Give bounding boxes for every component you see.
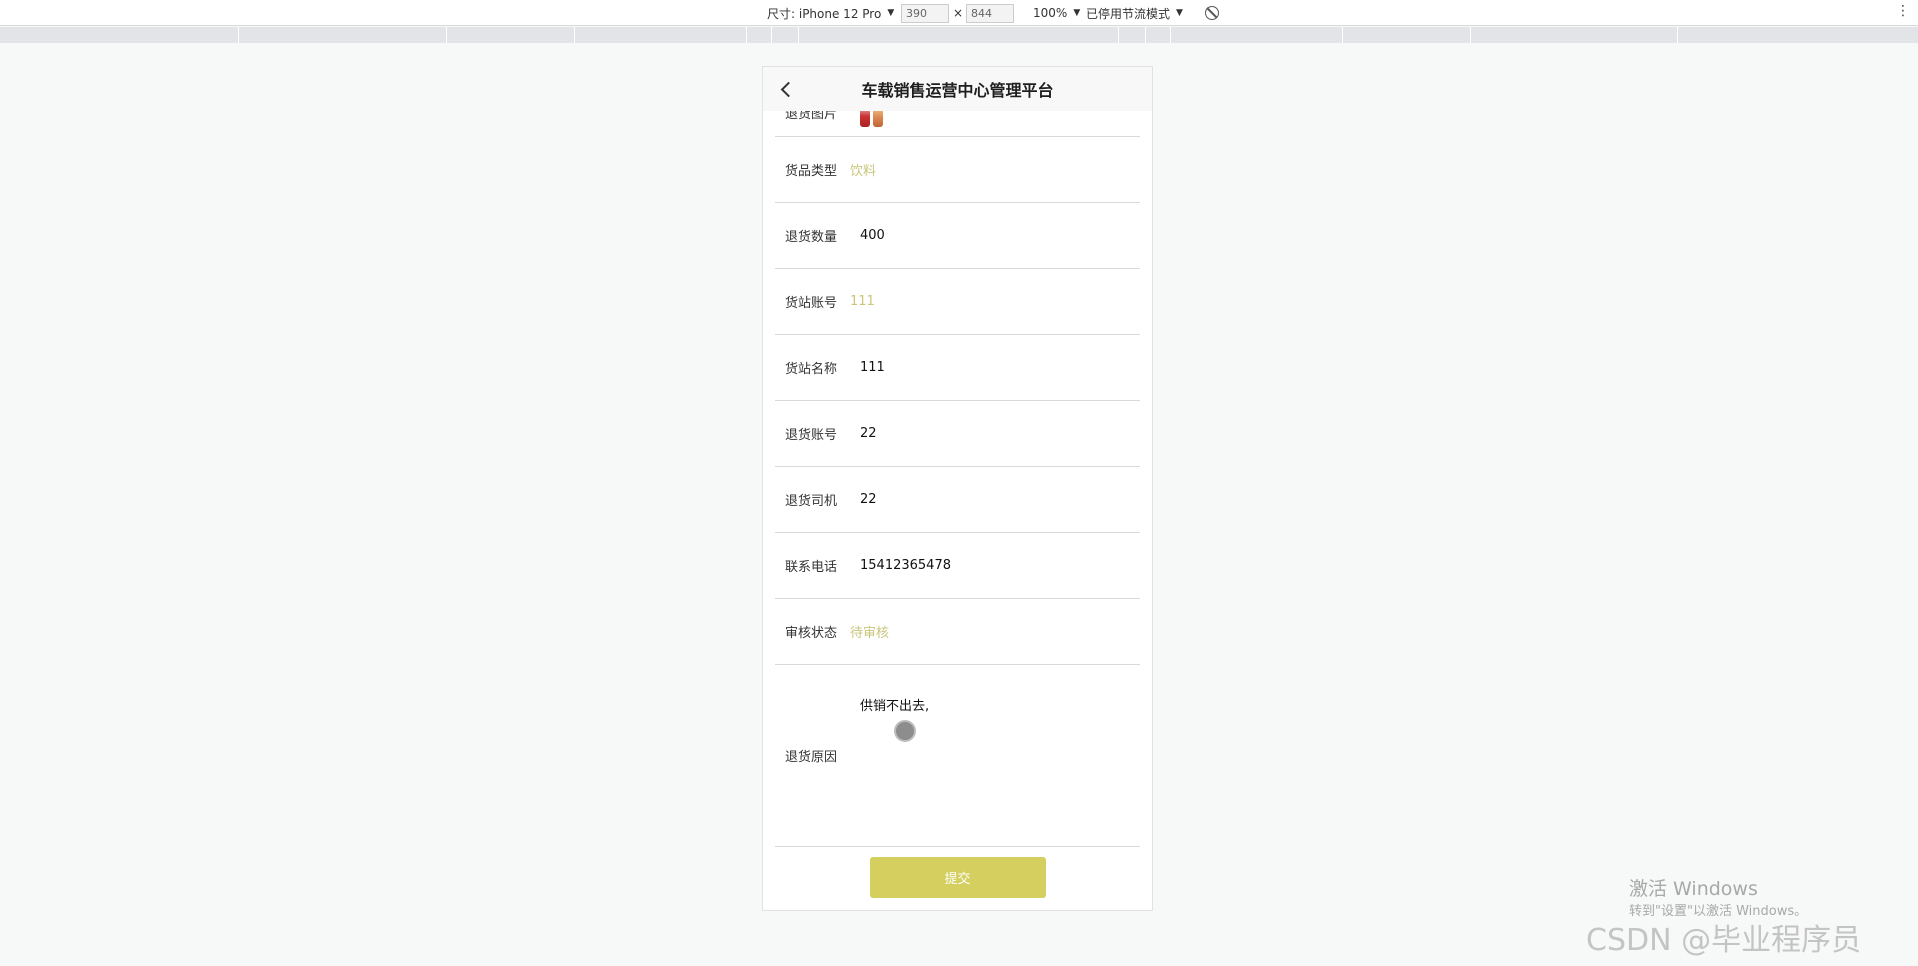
media-query-ruler[interactable] [0,27,1918,43]
more-options-icon[interactable]: ⋮ [1896,3,1910,19]
chevron-down-icon: ▼ [887,8,895,18]
reason-textarea[interactable]: 供销不出去, [860,695,929,714]
form-row-phone[interactable]: 联系电话 15412365478 [775,533,1140,599]
review-status-picker[interactable]: 待审核 [850,622,889,641]
field-label: 货站账号 [785,296,838,311]
field-label: 退货数量 [785,230,838,245]
station-name-input[interactable]: 111 [850,360,885,375]
field-label: 联系电话 [785,560,838,575]
app-header: 车载销售运营中心管理平台 [763,67,1152,111]
page-title: 车载销售运营中心管理平台 [861,81,1054,100]
width-input[interactable]: 390 [901,3,949,23]
form-row-return-account[interactable]: 退货账号 22 [775,401,1140,467]
station-account-picker[interactable]: 111 [850,294,875,309]
throttle-label: 已停用节流模式 [1086,6,1171,21]
phone-input[interactable]: 15412365478 [850,558,951,573]
drink-can-image [873,111,883,127]
throttle-select[interactable]: 已停用节流模式 ▼ [1086,3,1183,23]
form-row-goods-type[interactable]: 货品类型 饮料 [775,137,1140,203]
field-label: 货站名称 [785,362,838,377]
field-label: 退货司机 [785,494,838,509]
device-label: 尺寸: iPhone 12 Pro [767,6,882,21]
return-form: 退货图片 货品类型 饮料 退货数量 400 货站账号 111 货站名称 111 … [775,111,1140,847]
field-label: 退货原因 [785,750,838,765]
no-throttle-icon [1205,6,1219,20]
touch-cursor-indicator [894,720,916,742]
goods-type-picker[interactable]: 饮料 [850,160,876,179]
form-row-review-status[interactable]: 审核状态 待审核 [775,599,1140,665]
phone-viewport: 车载销售运营中心管理平台 退货图片 货品类型 饮料 退货数量 400 货站账号 … [762,66,1153,911]
rotate-button[interactable] [1205,3,1219,23]
form-row-quantity[interactable]: 退货数量 400 [775,203,1140,269]
form-row-station-name[interactable]: 货站名称 111 [775,335,1140,401]
windows-activation-title: 激活 Windows [1629,878,1758,900]
device-select[interactable]: 尺寸: iPhone 12 Pro ▼ [767,3,894,23]
form-row-image: 退货图片 [775,111,1140,137]
field-label: 退货账号 [785,428,838,443]
times-label: × [953,6,964,20]
submit-button[interactable]: 提交 [869,857,1046,898]
return-account-input[interactable]: 22 [850,426,877,441]
zoom-select[interactable]: 100% ▼ [1033,3,1080,23]
chevron-down-icon: ▼ [1176,8,1183,18]
zoom-label: 100% [1033,6,1068,20]
csdn-watermark: CSDN @毕业程序员 [1586,923,1862,958]
drink-can-image [860,111,870,127]
chevron-down-icon: ▼ [1073,8,1081,18]
height-input[interactable]: 844 [966,3,1014,23]
field-label: 货品类型 [785,164,838,179]
devtools-toolbar: 尺寸: iPhone 12 Pro ▼ 390 × 844 100% ▼ 已停用… [0,0,1918,26]
field-label: 审核状态 [785,626,838,641]
quantity-input[interactable]: 400 [850,228,885,243]
field-label: 退货图片 [785,111,838,122]
form-row-station-account[interactable]: 货站账号 111 [775,269,1140,335]
form-row-reason[interactable]: 退货原因 供销不出去, [775,665,1140,847]
driver-input[interactable]: 22 [850,492,877,507]
return-image-thumbnail[interactable] [850,111,883,127]
form-row-driver[interactable]: 退货司机 22 [775,467,1140,533]
back-arrow-icon[interactable] [779,80,795,98]
